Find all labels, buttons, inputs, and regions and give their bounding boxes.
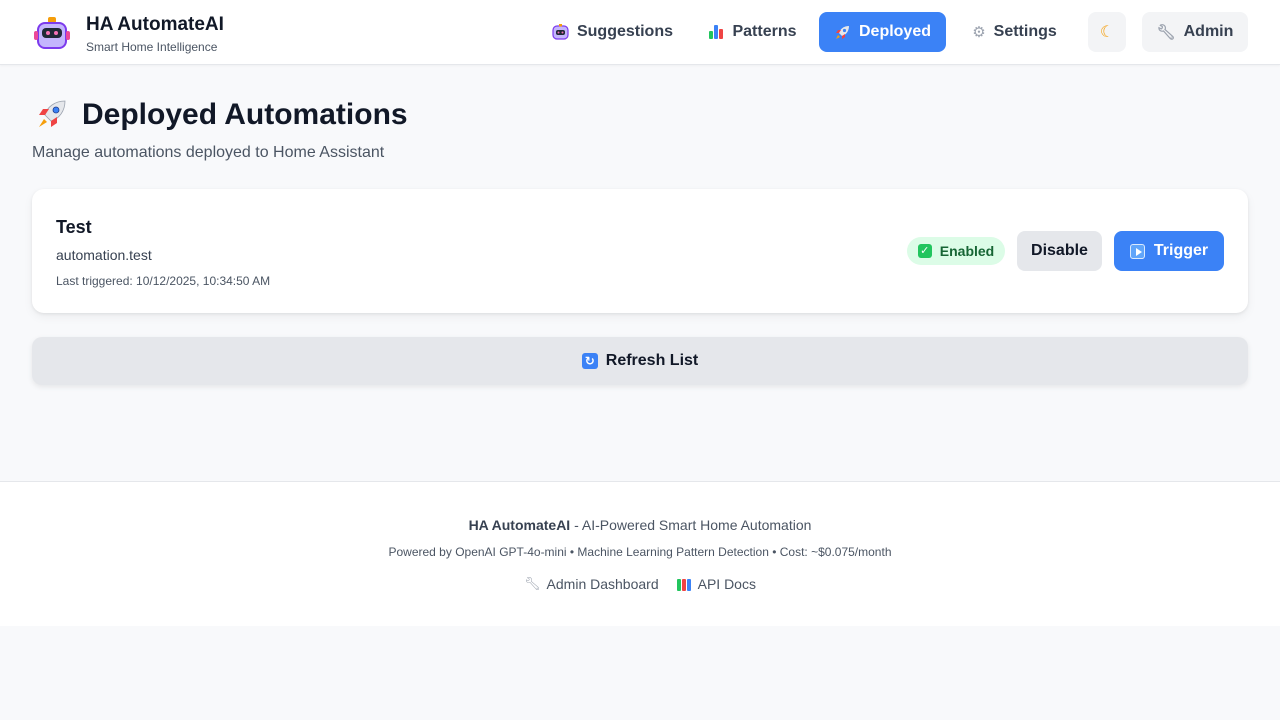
moon-icon: ☾ <box>1099 24 1115 41</box>
refresh-list-button[interactable]: ↻ Refresh List <box>32 337 1248 385</box>
api-docs-link-label: API Docs <box>697 576 756 592</box>
api-docs-link[interactable]: API Docs <box>676 576 756 592</box>
nav-suggestions-label: Suggestions <box>576 23 673 40</box>
refresh-list-label: Refresh List <box>605 352 699 369</box>
admin-button[interactable]: 🔧︎ Admin <box>1142 12 1248 52</box>
nav-deployed[interactable]: Deployed <box>819 12 946 52</box>
books-icon <box>676 578 691 591</box>
status-badge-label: Enabled <box>939 243 995 259</box>
admin-dashboard-link-label: Admin Dashboard <box>546 576 659 592</box>
gear-icon: ⚙ <box>972 23 986 41</box>
brand[interactable]: HA AutomateAI Smart Home Intelligence <box>34 14 224 54</box>
wrench-icon: 🔧︎ <box>524 576 541 591</box>
rocket-icon <box>834 24 851 41</box>
nav-patterns[interactable]: Patterns <box>700 12 806 52</box>
status-badge: ✓ Enabled <box>907 237 1005 265</box>
page-title: Deployed Automations <box>36 98 408 132</box>
footer-powered-by: Powered by OpenAI GPT-4o-mini • Machine … <box>388 545 892 559</box>
nav-settings-label: Settings <box>993 23 1057 40</box>
brand-subtitle: Smart Home Intelligence <box>86 40 218 54</box>
admin-label: Admin <box>1183 23 1234 40</box>
nav-deployed-label: Deployed <box>858 23 931 40</box>
admin-dashboard-link[interactable]: 🔧︎ Admin Dashboard <box>524 576 659 592</box>
nav-settings[interactable]: ⚙ Settings <box>960 12 1069 52</box>
footer-tagline-text: - AI-Powered Smart Home Automation <box>570 517 812 533</box>
trigger-button-label: Trigger <box>1153 242 1209 259</box>
robot-icon <box>552 24 569 40</box>
check-icon: ✓ <box>917 244 932 258</box>
robot-icon <box>34 17 70 51</box>
nav-suggestions[interactable]: Suggestions <box>544 12 681 52</box>
bar-chart-icon <box>709 25 724 39</box>
footer-links: 🔧︎ Admin Dashboard API Docs <box>0 576 1280 592</box>
automation-name: Test <box>56 217 92 237</box>
nav-patterns-label: Patterns <box>732 23 797 40</box>
automation-entity-id: automation.test <box>56 247 152 263</box>
play-icon <box>1129 243 1145 259</box>
rocket-icon <box>36 98 68 132</box>
top-header: HA AutomateAI Smart Home Intelligence Su… <box>0 0 1280 65</box>
automation-last-triggered: Last triggered: 10/12/2025, 10:34:50 AM <box>56 274 271 288</box>
page-title-text: Deployed Automations <box>82 98 408 131</box>
footer-brand: HA AutomateAI <box>468 517 571 533</box>
disable-button[interactable]: Disable <box>1017 231 1102 271</box>
trigger-button[interactable]: Trigger <box>1114 231 1224 271</box>
page-subtitle: Manage automations deployed to Home Assi… <box>32 144 385 161</box>
wrench-icon: 🔧︎ <box>1156 24 1176 41</box>
theme-toggle-button[interactable]: ☾ <box>1088 12 1126 52</box>
footer-tagline: HA AutomateAI - AI-Powered Smart Home Au… <box>0 517 1280 533</box>
refresh-icon: ↻ <box>581 353 598 369</box>
automation-card: Test automation.test Last triggered: 10/… <box>32 189 1248 313</box>
footer: HA AutomateAI - AI-Powered Smart Home Au… <box>0 481 1280 626</box>
brand-title: HA AutomateAI <box>86 14 224 35</box>
